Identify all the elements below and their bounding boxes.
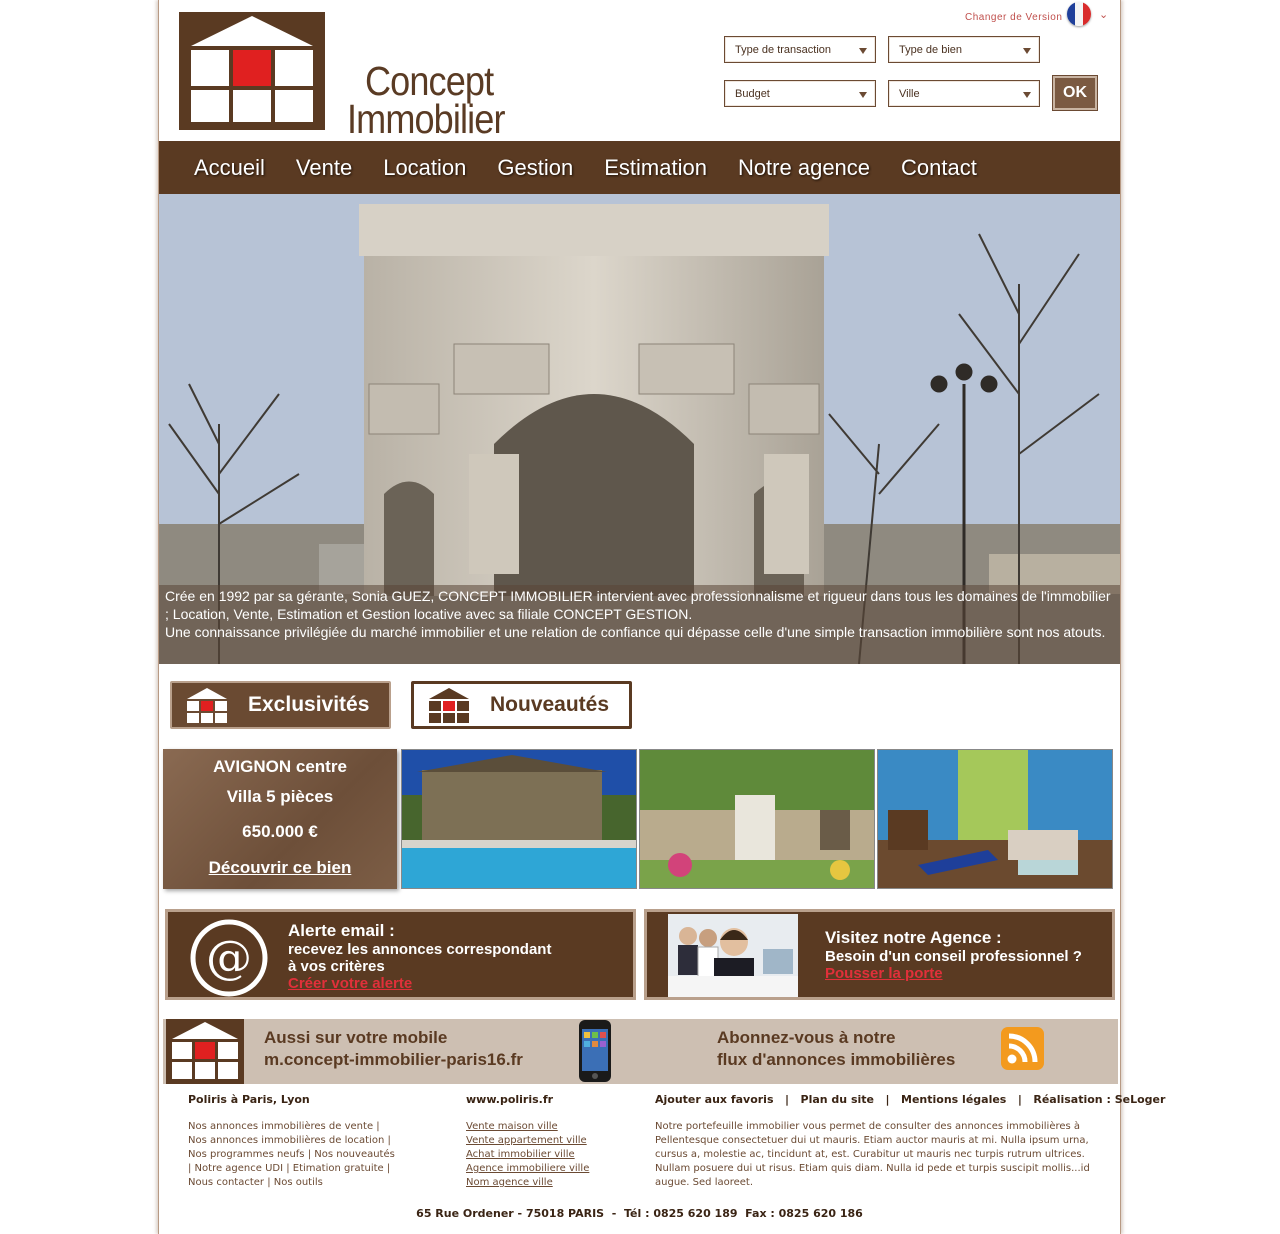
rss-line2: flux d'annonces immobilières <box>717 1050 956 1069</box>
house-icon <box>172 1022 238 1079</box>
footer-link[interactable]: Vente maison ville <box>466 1120 589 1134</box>
footer-col2-links: Vente maison ville Vente appartement vil… <box>466 1120 589 1190</box>
listing-photo-living-room[interactable] <box>877 749 1113 889</box>
footer-col1-title: Poliris à Paris, Lyon <box>188 1093 310 1106</box>
mobile-site-line1: Aussi sur votre mobile <box>264 1028 448 1047</box>
tab-exclusivites-label: Exclusivités <box>248 693 370 716</box>
agency-visit-title: Visitez notre Agence : <box>825 928 1002 947</box>
footer-utility-links: Ajouter aux favoris | Plan du site | Men… <box>655 1093 1166 1106</box>
tab-nouveautes[interactable]: Nouveautés <box>411 681 632 729</box>
nav-item-estimation[interactable]: Estimation <box>604 155 707 181</box>
hero-caption-line1: Crée en 1992 par sa gérante, Sonia GUEZ,… <box>165 588 1111 622</box>
agency-visit-promo: Visitez notre Agence : Besoin d'un conse… <box>644 909 1115 1000</box>
listing-photo-villa-pool[interactable] <box>401 749 637 889</box>
agency-visit-line1: Besoin d'un conseil professionnel ? <box>825 948 1082 965</box>
nav-item-contact[interactable]: Contact <box>901 155 977 181</box>
footer-link-line[interactable]: Nos annonces immobilières de location | <box>188 1134 395 1148</box>
footer-link-line[interactable]: | Notre agence UDI | Etimation gratuite … <box>188 1162 395 1176</box>
email-alert-line1: recevez les annonces correspondant <box>288 941 552 958</box>
create-alert-link[interactable]: Créer votre alerte <box>288 975 551 992</box>
legal-notice-link[interactable]: Mentions légales <box>901 1093 1006 1106</box>
footer-description-text: Notre portefeuille immobilier vous perme… <box>655 1121 1090 1188</box>
house-icon-block <box>166 1019 244 1084</box>
chevron-down-icon[interactable]: ⌄ <box>1099 8 1108 21</box>
at-sign-icon: @ <box>190 919 268 997</box>
footer-col2-title[interactable]: www.poliris.fr <box>466 1093 553 1106</box>
rss-line1: Abonnez-vous à notre <box>717 1028 896 1047</box>
dropdown-arrow-icon <box>859 92 867 98</box>
site-logo[interactable]: Concept Immobilier <box>179 10 519 142</box>
nav-item-vente[interactable]: Vente <box>296 155 352 181</box>
footer-link-line[interactable]: Nos programmes neufs | Nos nouveautés <box>188 1148 395 1162</box>
footer-link[interactable]: Achat immobilier ville <box>466 1148 589 1162</box>
rss-icon[interactable] <box>1001 1027 1044 1070</box>
tab-nouveautes-label: Nouveautés <box>490 693 610 716</box>
hero-caption-line2: Une connaissance privilégiée du marché i… <box>165 624 1106 640</box>
main-nav: Accueil Vente Location Gestion Estimatio… <box>159 141 1120 194</box>
transaction-type-select[interactable]: Type de transaction <box>724 36 876 63</box>
mobile-rss-band: Aussi sur votre mobile m.concept-immobil… <box>163 1019 1118 1084</box>
hero-banner: Crée en 1992 par sa gérante, Sonia GUEZ,… <box>159 194 1120 664</box>
add-favorites-link[interactable]: Ajouter aux favoris <box>655 1093 774 1106</box>
listing-city: AVIGNON centre <box>213 757 347 776</box>
credits-link[interactable]: Réalisation : SeLoger <box>1033 1093 1165 1106</box>
discover-listing-link[interactable]: Découvrir ce bien <box>163 858 397 878</box>
footer-link[interactable]: Vente appartement ville <box>466 1134 589 1148</box>
property-type-select[interactable]: Type de bien <box>888 36 1040 63</box>
rss-subscribe-text[interactable]: Abonnez-vous à notre flux d'annonces imm… <box>717 1027 955 1071</box>
dropdown-arrow-icon <box>1023 48 1031 54</box>
sitemap-link[interactable]: Plan du site <box>801 1093 875 1106</box>
email-alert-line2: à vos critères <box>288 958 385 975</box>
nav-item-notre-agence[interactable]: Notre agence <box>738 155 870 181</box>
email-alert-promo: @ Alerte email : recevez les annonces co… <box>165 909 636 1000</box>
dropdown-arrow-icon <box>1023 92 1031 98</box>
city-select[interactable]: Ville <box>888 80 1040 107</box>
logo-house-icon <box>179 12 325 130</box>
nav-item-gestion[interactable]: Gestion <box>497 155 573 181</box>
city-value: Ville <box>899 88 920 100</box>
change-version-link[interactable]: Changer de Version <box>965 12 1062 23</box>
dropdown-arrow-icon <box>859 48 867 54</box>
footer-link-line[interactable]: Nous contacter | Nos outils <box>188 1176 395 1190</box>
agency-team-photo <box>668 914 798 997</box>
footer-address: 65 Rue Ordener - 75018 PARIS - Tél : 082… <box>416 1207 863 1220</box>
hero-caption: Crée en 1992 par sa gérante, Sonia GUEZ,… <box>159 585 1120 664</box>
search-submit-button[interactable]: OK <box>1053 76 1097 110</box>
transaction-type-value: Type de transaction <box>735 44 832 56</box>
french-flag-icon[interactable] <box>1067 2 1091 26</box>
logo-text-immobilier: Immobilier <box>347 96 505 142</box>
budget-value: Budget <box>735 88 770 100</box>
page: Concept Immobilier Changer de Version ⌄ … <box>159 0 1165 1234</box>
footer-col1-links: Nos annonces immobilières de vente | Nos… <box>188 1120 395 1190</box>
listing-photo-stone-house[interactable] <box>639 749 875 889</box>
footer-description: Notre portefeuille immobilier vous perme… <box>655 1120 1111 1190</box>
house-icon <box>187 688 227 723</box>
tab-exclusivites[interactable]: Exclusivités <box>170 681 391 729</box>
listing-price: 650.000 € <box>242 822 318 841</box>
mobile-site-url: m.concept-immobilier-paris16.fr <box>264 1050 523 1069</box>
email-alert-title: Alerte email : <box>288 921 395 940</box>
nav-item-accueil[interactable]: Accueil <box>194 155 265 181</box>
house-icon <box>429 688 469 723</box>
mobile-site-text[interactable]: Aussi sur votre mobile m.concept-immobil… <box>264 1027 523 1071</box>
featured-listing-card[interactable]: AVIGNON centre Villa 5 pièces 650.000 € … <box>163 749 397 889</box>
budget-select[interactable]: Budget <box>724 80 876 107</box>
nav-item-location[interactable]: Location <box>383 155 466 181</box>
footer-link[interactable]: Nom agence ville <box>466 1176 589 1190</box>
footer-link-line[interactable]: Nos annonces immobilières de vente | <box>188 1120 395 1134</box>
svg-text:@: @ <box>206 930 252 984</box>
property-type-value: Type de bien <box>899 44 962 56</box>
visit-agency-link[interactable]: Pousser la porte <box>825 965 1082 982</box>
smartphone-icon <box>579 1020 611 1082</box>
footer-link[interactable]: Agence immobiliere ville <box>466 1162 589 1176</box>
listing-type: Villa 5 pièces <box>226 787 334 806</box>
